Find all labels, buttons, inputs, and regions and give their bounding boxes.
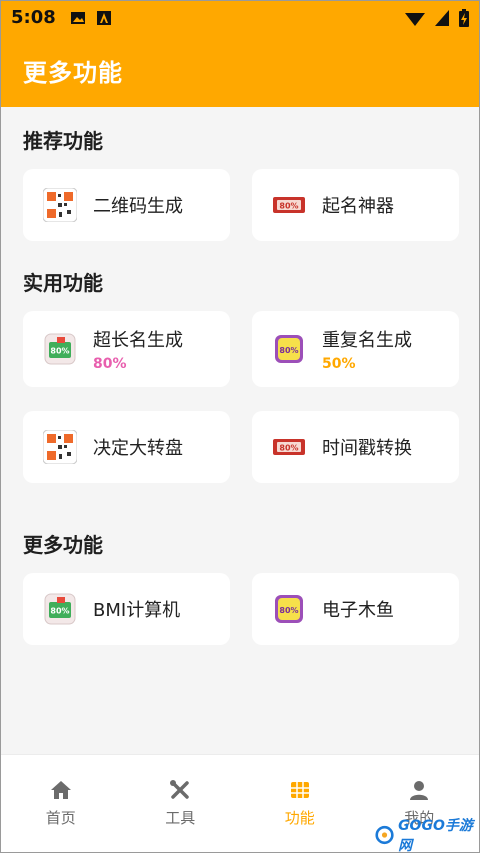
nav-item-features[interactable]: 功能 xyxy=(240,755,360,852)
card-qr-code[interactable]: 二维码生成 xyxy=(23,169,230,241)
qr-code-icon xyxy=(43,430,77,464)
svg-text:80%: 80% xyxy=(279,444,298,453)
home-icon xyxy=(50,781,71,799)
card-bmi-calculator[interactable]: 80% BMI计算机 xyxy=(23,573,230,645)
card-wooden-fish[interactable]: 80% 电子木鱼 xyxy=(252,573,459,645)
svg-text:80%: 80% xyxy=(279,346,298,355)
qr-code-icon xyxy=(43,188,77,222)
status-time: 5:08 xyxy=(11,7,56,28)
card-label: 时间戳转换 xyxy=(322,438,412,459)
grid-icon xyxy=(290,782,309,798)
percent-badge-purple-icon: 80% xyxy=(275,335,303,363)
image-notification-icon xyxy=(70,11,85,24)
percent-badge-purple-icon: 80% xyxy=(275,595,303,623)
watermark-text: GOGO手游网 xyxy=(398,818,473,853)
svg-text:80%: 80% xyxy=(279,606,298,615)
percent-badge-green-icon: 80% xyxy=(44,593,76,625)
nav-item-home[interactable]: 首页 xyxy=(1,755,121,852)
progress-percent: 50% xyxy=(322,356,356,372)
card-decision-wheel[interactable]: 决定大转盘 xyxy=(23,411,230,483)
card-label: 起名神器 xyxy=(322,196,394,217)
battery-icon xyxy=(459,8,469,27)
status-bar: 5:08 xyxy=(1,1,479,34)
percent-banner-icon: 80% xyxy=(273,197,305,213)
signal-icon xyxy=(435,9,449,26)
person-icon xyxy=(410,781,429,800)
card-label: 二维码生成 xyxy=(93,196,183,217)
svg-text:80%: 80% xyxy=(279,202,298,211)
card-label: BMI计算机 xyxy=(93,600,181,621)
section-title-more: 更多功能 xyxy=(23,533,103,557)
section-title-recommended: 推荐功能 xyxy=(23,129,103,153)
nav-label: 功能 xyxy=(284,809,315,827)
page-title: 更多功能 xyxy=(23,59,123,87)
card-label: 电子木鱼 xyxy=(322,600,394,621)
card-label: 重复名生成 xyxy=(322,330,412,351)
nav-item-tools[interactable]: 工具 xyxy=(121,755,241,852)
watermark: GOGO手游网 xyxy=(375,818,475,853)
app-notification-icon xyxy=(96,10,111,25)
card-duplicate-name[interactable]: 80% 重复名生成 50% xyxy=(252,311,459,387)
card-timestamp-convert[interactable]: 80% 时间戳转换 xyxy=(252,411,459,483)
section-title-practical: 实用功能 xyxy=(23,271,103,295)
nav-label: 工具 xyxy=(165,809,196,827)
percent-badge-green-icon: 80% xyxy=(44,333,76,365)
nav-label: 首页 xyxy=(45,809,76,827)
wifi-icon xyxy=(405,12,425,26)
tools-icon xyxy=(170,780,189,799)
card-name-generator[interactable]: 80% 起名神器 xyxy=(252,169,459,241)
app-bar: 更多功能 xyxy=(1,34,479,107)
card-long-name[interactable]: 80% 超长名生成 80% xyxy=(23,311,230,387)
svg-text:80%: 80% xyxy=(50,347,69,356)
card-label: 超长名生成 xyxy=(93,330,183,351)
progress-percent: 80% xyxy=(93,356,127,372)
percent-banner-icon: 80% xyxy=(273,439,305,455)
svg-text:80%: 80% xyxy=(50,607,69,616)
watermark-logo-icon xyxy=(375,825,394,845)
card-label: 决定大转盘 xyxy=(93,438,183,459)
